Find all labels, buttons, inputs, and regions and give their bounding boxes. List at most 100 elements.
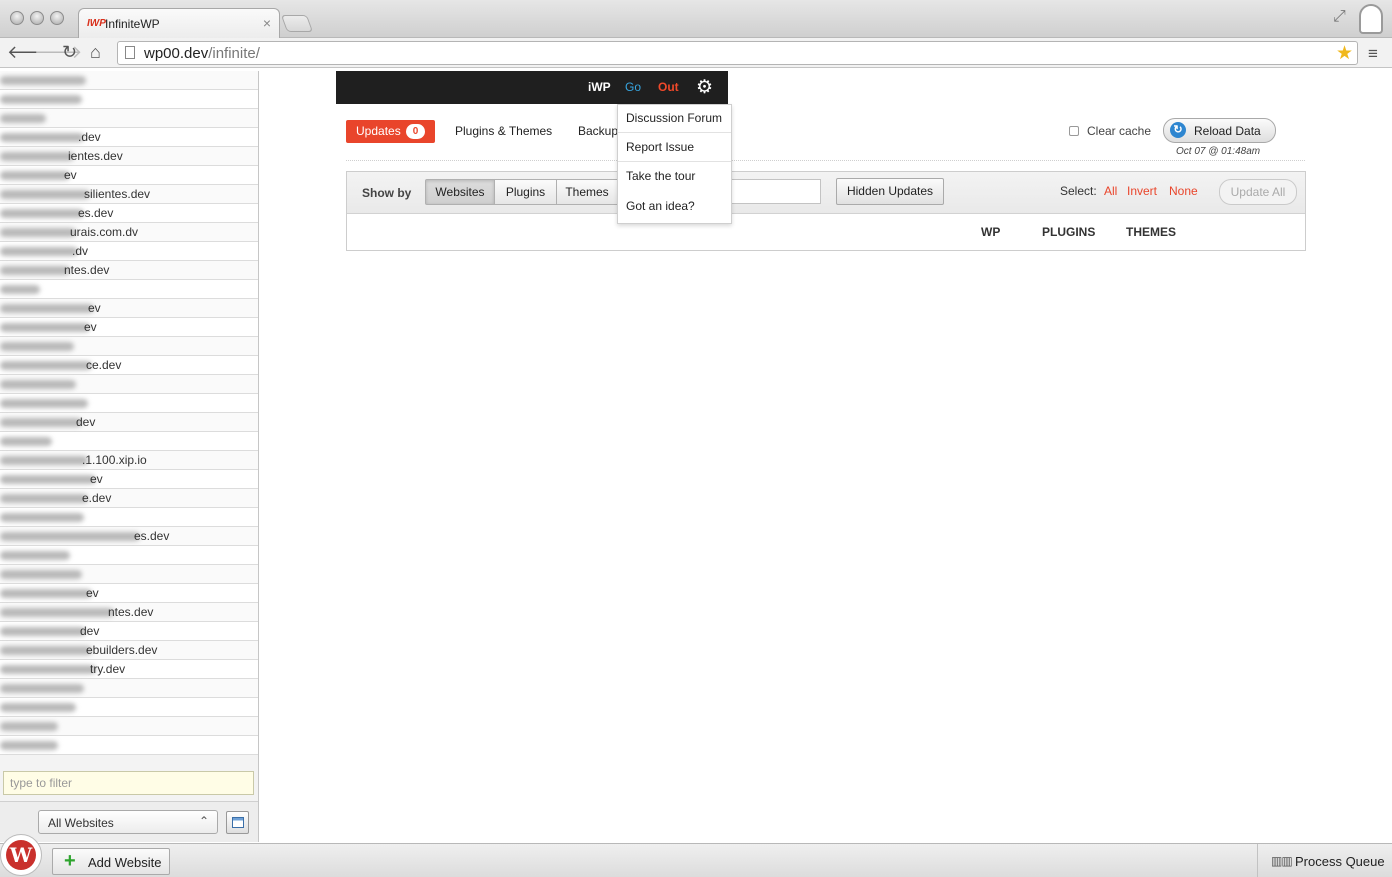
sidebar-site-row[interactable]: ce.dev <box>0 356 258 375</box>
sidebar-site-row[interactable]: .dev <box>0 128 258 147</box>
sidebar-site-row[interactable] <box>0 736 258 755</box>
sidebar-site-row[interactable]: urais.com.dv <box>0 223 258 242</box>
column-header-wp: WP <box>981 225 1001 239</box>
site-domain-suffix: ce.dev <box>86 358 122 372</box>
last-reload-timestamp: Oct 07 @ 01:48am <box>1176 146 1261 157</box>
sidebar-site-row[interactable] <box>0 71 258 90</box>
sidebar-site-row[interactable] <box>0 432 258 451</box>
sidebar-site-row[interactable]: ev <box>0 318 258 337</box>
gear-dropdown-menu: Discussion Forum Report Issue Take the t… <box>617 104 732 224</box>
add-website-button[interactable]: + Add Website <box>52 848 170 875</box>
menu-item-take-tour[interactable]: Take the tour <box>626 169 695 183</box>
menu-item-report-issue[interactable]: Report Issue <box>626 140 694 154</box>
sidebar-site-row[interactable]: ev <box>0 584 258 603</box>
sidebar-site-row[interactable]: ev <box>0 166 258 185</box>
divider <box>346 160 1305 161</box>
sidebar-site-row[interactable]: ientes.dev <box>0 147 258 166</box>
site-domain-suffix: ev <box>64 168 77 182</box>
redacted-site-name <box>0 304 94 313</box>
select-none-link[interactable]: None <box>1169 184 1198 198</box>
sidebar-site-row[interactable] <box>0 508 258 527</box>
browser-tab[interactable]: IWP InfiniteWP × <box>78 8 280 39</box>
top-nav: iWP Go Out ⚙ <box>336 71 728 104</box>
segment-plugins[interactable]: Plugins <box>494 179 557 205</box>
site-domain-suffix: ientes.dev <box>68 149 123 163</box>
sidebar-site-row[interactable]: ev <box>0 299 258 318</box>
list-view-toggle-icon[interactable] <box>226 811 249 834</box>
process-queue-button[interactable]: ▥▥ Process Queue <box>1257 844 1392 877</box>
sidebar-site-row[interactable] <box>0 90 258 109</box>
sidebar-site-row[interactable] <box>0 717 258 736</box>
segment-themes[interactable]: Themes <box>556 179 618 205</box>
sidebar-site-row[interactable]: silientes.dev <box>0 185 258 204</box>
fullscreen-icon[interactable]: ⤢ <box>1333 8 1346 26</box>
column-header-plugins: PLUGINS <box>1042 225 1096 239</box>
sidebar-site-row[interactable]: dev <box>0 413 258 432</box>
sidebar-site-row[interactable] <box>0 546 258 565</box>
wordpress-logo-icon[interactable]: W <box>0 834 42 876</box>
sidebar-site-row[interactable] <box>0 337 258 356</box>
sidebar-site-row[interactable]: dev <box>0 622 258 641</box>
sidebar-site-row[interactable] <box>0 698 258 717</box>
bookmark-star-icon[interactable]: ★ <box>1336 42 1353 65</box>
sidebar-site-row[interactable]: e.dev <box>0 489 258 508</box>
redacted-site-name <box>0 608 114 617</box>
update-all-button[interactable]: Update All <box>1219 179 1297 205</box>
sidebar-site-row[interactable]: ntes.dev <box>0 261 258 280</box>
hidden-updates-button[interactable]: Hidden Updates <box>836 178 944 205</box>
clear-cache-label[interactable]: Clear cache <box>1087 124 1151 138</box>
tab-close-icon[interactable]: × <box>263 15 271 31</box>
website-list[interactable]: .dev ientes.dev ev silientes.dev es.dev urais… <box>0 71 258 755</box>
nav-go-link[interactable]: Go <box>625 80 641 94</box>
sidebar-site-row[interactable]: es.dev <box>0 527 258 546</box>
reload-icon[interactable]: ↻ <box>62 42 77 62</box>
segment-websites[interactable]: Websites <box>425 179 495 205</box>
reload-data-button[interactable]: ↻ Reload Data <box>1163 118 1276 143</box>
redacted-site-name <box>0 361 92 370</box>
site-domain-suffix: dev <box>76 415 96 429</box>
redacted-site-name <box>0 494 88 503</box>
nav-iwp-link[interactable]: iWP <box>588 80 611 94</box>
sidebar-site-row[interactable] <box>0 565 258 584</box>
tab-backups[interactable]: Backup <box>578 124 618 138</box>
iwp-favicon-icon: IWP <box>87 18 106 29</box>
site-domain-suffix: .dev <box>78 130 101 144</box>
profile-avatar-icon[interactable] <box>1359 4 1383 34</box>
site-domain-suffix: e.dev <box>82 491 112 505</box>
site-domain-suffix: ntes.dev <box>108 605 154 619</box>
sidebar-site-row[interactable]: ev <box>0 470 258 489</box>
sidebar-site-row[interactable]: ebuilders.dev <box>0 641 258 660</box>
home-icon[interactable]: ⌂ <box>90 42 101 62</box>
sidebar-site-row[interactable] <box>0 109 258 128</box>
gear-icon[interactable]: ⚙ <box>696 76 713 99</box>
queue-icon: ▥▥ <box>1271 854 1293 868</box>
panel-toolbar: Show by Websites Plugins Themes lter Hid… <box>347 172 1305 214</box>
sidebar-site-row[interactable] <box>0 375 258 394</box>
tab-updates[interactable]: Updates 0 <box>346 120 435 143</box>
new-tab-button[interactable] <box>280 15 314 32</box>
nav-logout-link[interactable]: Out <box>658 80 679 94</box>
menu-item-discussion-forum[interactable]: Discussion Forum <box>626 111 722 125</box>
sidebar-site-row[interactable]: try.dev <box>0 660 258 679</box>
sidebar-site-row[interactable]: ntes.dev <box>0 603 258 622</box>
sidebar-site-row[interactable]: .1.100.xip.io <box>0 451 258 470</box>
address-bar[interactable]: wp00.dev/infinite/ ★ <box>117 41 1358 65</box>
browser-menu-icon[interactable]: ≡ <box>1368 44 1378 64</box>
website-filter-input[interactable]: type to filter <box>3 771 254 795</box>
sidebar-site-row[interactable]: es.dev <box>0 204 258 223</box>
clear-cache-checkbox[interactable] <box>1069 126 1079 136</box>
sidebar-site-row[interactable]: .dv <box>0 242 258 261</box>
window-zoom-icon[interactable] <box>50 11 64 25</box>
website-group-select[interactable]: All Websites ⌃ <box>38 810 218 834</box>
redacted-site-name <box>0 722 58 731</box>
sidebar-site-row[interactable] <box>0 679 258 698</box>
updates-panel: Show by Websites Plugins Themes lter Hid… <box>346 171 1306 251</box>
tab-plugins-themes[interactable]: Plugins & Themes <box>455 124 552 138</box>
select-all-link[interactable]: All <box>1104 184 1117 198</box>
menu-item-got-idea[interactable]: Got an idea? <box>626 199 695 213</box>
sidebar-site-row[interactable] <box>0 280 258 299</box>
select-invert-link[interactable]: Invert <box>1127 184 1157 198</box>
sidebar-site-row[interactable] <box>0 394 258 413</box>
window-minimize-icon[interactable] <box>30 11 44 25</box>
window-close-icon[interactable] <box>10 11 24 25</box>
